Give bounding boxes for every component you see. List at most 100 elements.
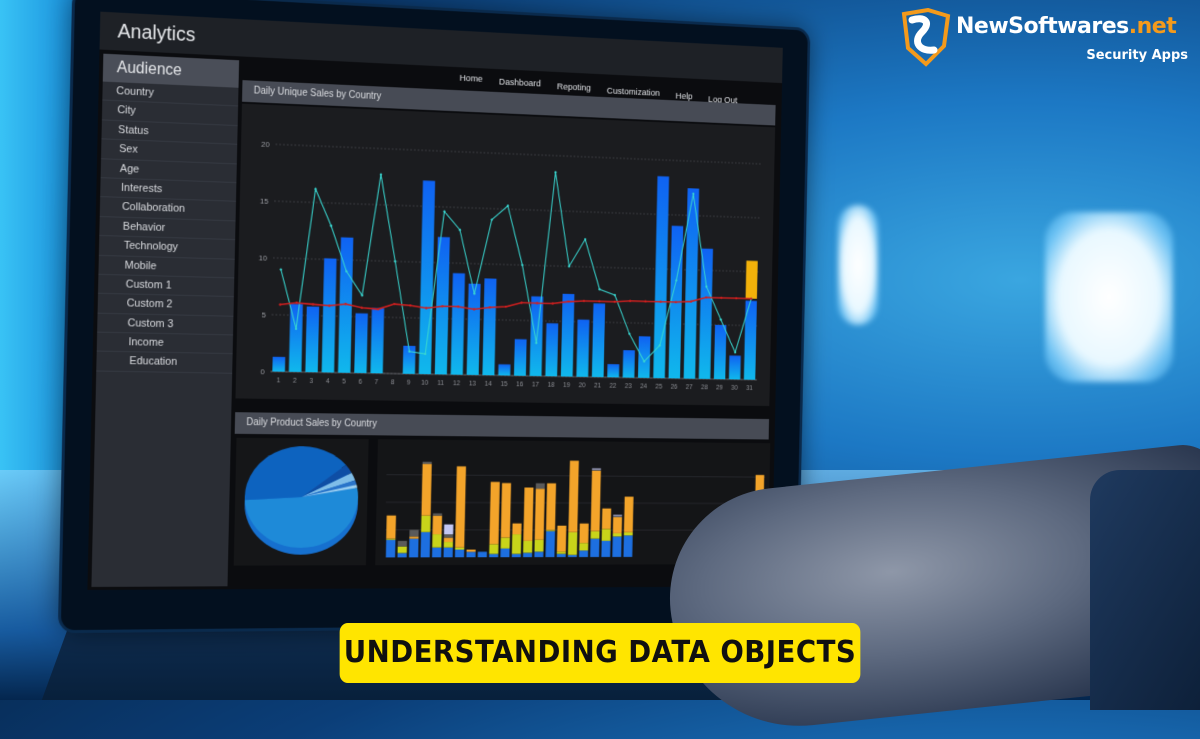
x-tick-label: 7 xyxy=(375,379,379,386)
stack-segment-lime xyxy=(398,546,407,553)
stack-segment-blue xyxy=(579,551,588,558)
bar-day-23 xyxy=(623,350,635,378)
brand-tagline: Security Apps xyxy=(1086,48,1188,63)
x-tick-label: 30 xyxy=(731,385,738,392)
x-tick-label: 31 xyxy=(746,385,753,392)
x-tick-label: 17 xyxy=(532,382,539,389)
bar-day-14 xyxy=(482,278,496,375)
point-variance xyxy=(380,173,382,175)
point-trend xyxy=(735,297,737,299)
stack-segment-blue xyxy=(512,554,521,557)
daily-product-sales-header: Daily Product Sales by Country xyxy=(235,412,769,439)
title-banner: UNDERSTANDING DATA OBJECTS xyxy=(340,623,861,683)
stack-segment-orange xyxy=(444,538,453,542)
x-tick-label: 20 xyxy=(579,382,586,389)
point-trend xyxy=(614,301,616,303)
stack-segment-lime xyxy=(624,532,633,535)
x-tick-label: 14 xyxy=(485,381,492,388)
stack-segment-orange xyxy=(579,524,588,543)
stack-segment-orange xyxy=(546,483,556,530)
bar-day-31 xyxy=(744,301,757,380)
point-trend xyxy=(644,300,646,302)
x-tick-label: 27 xyxy=(686,384,693,391)
bar-day-3 xyxy=(305,306,319,372)
x-tick-label: 2 xyxy=(293,378,297,385)
x-tick-label: 4 xyxy=(326,378,330,385)
x-tick-label: 12 xyxy=(453,380,460,387)
stack-segment-orange xyxy=(433,516,443,535)
stack-segment-lavender xyxy=(613,515,622,516)
stack-segment-blue xyxy=(409,539,419,558)
y-tick-label: 0 xyxy=(260,367,265,376)
x-tick-label: 15 xyxy=(500,381,507,388)
stack-segment-gray xyxy=(423,462,432,464)
stack-segment-lime xyxy=(591,531,600,539)
bar-day-29 xyxy=(714,325,727,379)
pie-chart-svg xyxy=(234,438,369,566)
nav-dashboard[interactable]: Dashboard xyxy=(499,77,541,90)
bokeh-light-2 xyxy=(1045,212,1173,382)
stack-segment-blue xyxy=(421,532,431,557)
stack-segment-orange xyxy=(591,471,601,532)
grid-line xyxy=(275,144,761,164)
stack-segment-gray xyxy=(398,541,407,547)
x-tick-label: 13 xyxy=(469,381,476,388)
stack-segment-lime xyxy=(512,534,521,554)
x-tick-label: 23 xyxy=(625,383,632,390)
stack-segment-blue xyxy=(466,552,475,557)
stack-segment-blue xyxy=(590,539,599,557)
x-tick-label: 24 xyxy=(640,383,647,390)
highlight-bar-segment xyxy=(746,261,758,299)
x-tick-label: 11 xyxy=(437,380,444,387)
bar-day-20 xyxy=(576,319,589,376)
laptop-screen: Analytics Audience CountryCityStatusSexA… xyxy=(87,12,782,590)
stack-segment-lime xyxy=(546,530,555,531)
stack-segment-blue xyxy=(500,548,509,557)
x-tick-label: 3 xyxy=(309,378,313,385)
stack-segment-blue xyxy=(534,552,543,557)
stack-segment-orange xyxy=(512,523,521,534)
stack-segment-blue xyxy=(443,547,452,557)
stack-segment-lime xyxy=(579,543,588,551)
stack-segment-blue xyxy=(397,553,406,557)
stack-segment-blue xyxy=(478,552,487,557)
x-tick-label: 19 xyxy=(563,382,570,389)
x-tick-label: 22 xyxy=(609,383,616,390)
stack-segment-blue xyxy=(432,547,441,557)
x-tick-label: 10 xyxy=(421,380,428,387)
stack-segment-blue xyxy=(612,537,621,557)
stack-segment-orange xyxy=(501,483,511,538)
stack-segment-lime xyxy=(501,538,510,549)
main-chart-svg: 0510152012345678910111213141516171819202… xyxy=(235,104,775,406)
stack-segment-orange xyxy=(421,464,431,516)
x-tick-label: 25 xyxy=(655,384,662,391)
x-tick-label: 1 xyxy=(277,377,281,384)
sidebar-item-education[interactable]: Education xyxy=(96,352,232,374)
stack-segment-lavender xyxy=(444,524,453,534)
nav-home[interactable]: Home xyxy=(459,73,482,85)
stack-segment-orange xyxy=(523,488,533,541)
point-variance xyxy=(521,264,523,266)
x-tick-label: 9 xyxy=(407,380,411,387)
sidebar-item-income[interactable]: Income xyxy=(97,333,233,355)
daily-unique-sales-chart: 0510152012345678910111213141516171819202… xyxy=(235,104,775,406)
bar-day-28 xyxy=(699,248,713,379)
stack-segment-orange xyxy=(409,536,418,538)
stack-segment-gray xyxy=(592,470,601,471)
y-tick-label: 15 xyxy=(260,197,269,206)
brand-name-tld: .net xyxy=(1129,14,1176,39)
bar-day-15 xyxy=(498,364,510,375)
bar-day-21 xyxy=(592,303,605,377)
sidebar-list: CountryCityStatusSexAgeInterestsCollabor… xyxy=(96,82,238,374)
x-tick-label: 6 xyxy=(358,379,362,386)
brand-logo: NewSoftwares.net Security Apps xyxy=(898,8,1198,68)
stack-segment-blue xyxy=(623,535,632,557)
bar-day-1 xyxy=(272,357,285,372)
bar-day-6 xyxy=(354,313,368,373)
y-tick-label: 20 xyxy=(261,140,270,149)
nav-repoting[interactable]: Repoting xyxy=(557,82,591,94)
x-tick-label: 5 xyxy=(342,379,346,386)
stack-segment-orange xyxy=(602,508,611,529)
x-tick-label: 21 xyxy=(594,383,601,390)
stack-segment-lime xyxy=(444,542,453,547)
